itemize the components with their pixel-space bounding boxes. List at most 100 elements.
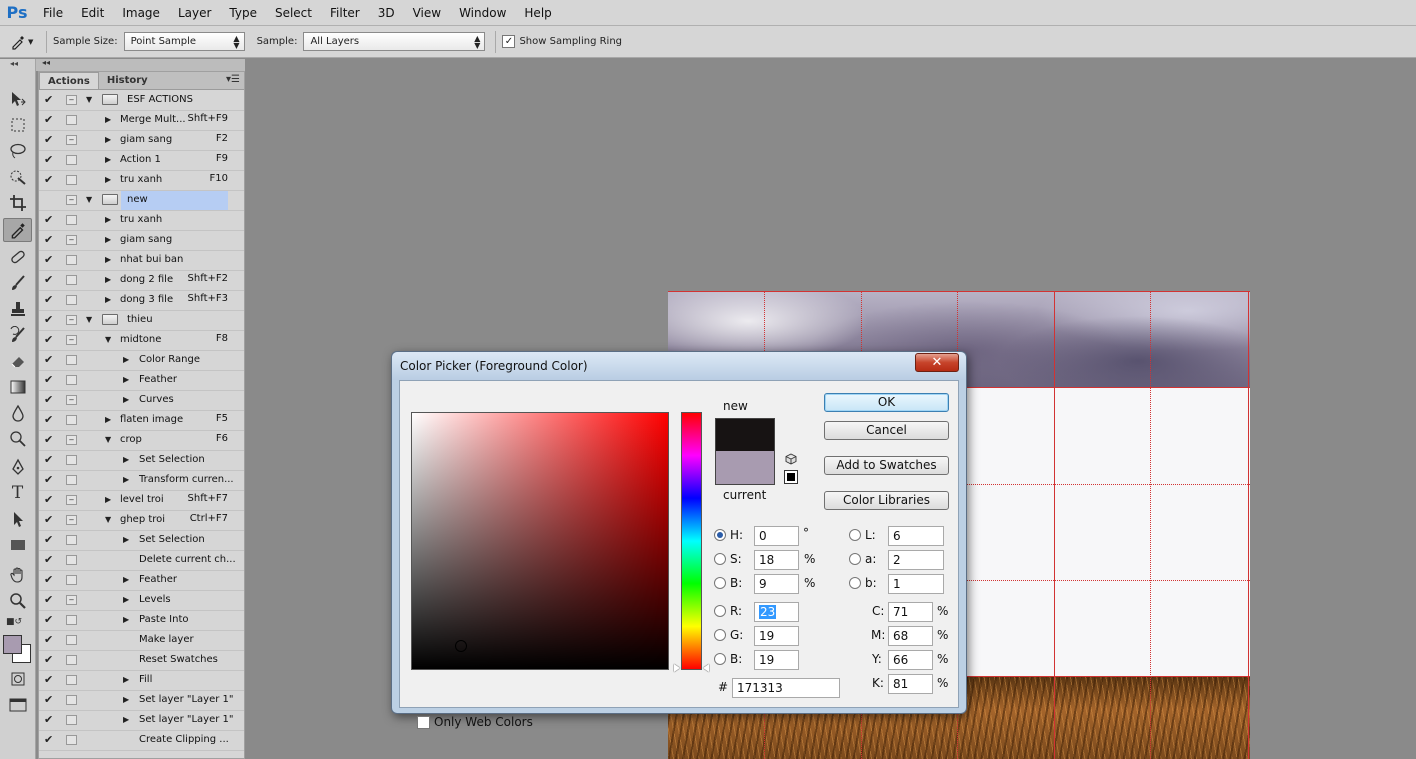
- dialog-toggle-icon[interactable]: [66, 715, 77, 725]
- dialog-toggle-icon[interactable]: −: [66, 395, 77, 405]
- menu-image[interactable]: Image: [113, 0, 169, 26]
- action-row[interactable]: ✔ ▶ dong 3 file Shft+F3: [39, 291, 244, 311]
- dialog-toggle-icon[interactable]: −: [66, 95, 77, 105]
- menu-view[interactable]: View: [404, 0, 450, 26]
- lab-a-radio[interactable]: [849, 553, 861, 565]
- lab-a-input[interactable]: 2: [888, 550, 944, 570]
- expand-triangle-icon[interactable]: ▼: [86, 195, 92, 204]
- toggle-check-icon[interactable]: ✔: [44, 373, 53, 386]
- gradient-tool-icon[interactable]: [3, 375, 32, 399]
- expand-triangle-icon[interactable]: ▶: [123, 695, 129, 704]
- expand-triangle-icon[interactable]: ▶: [105, 275, 111, 284]
- dialog-toggle-icon[interactable]: [66, 295, 77, 305]
- cyan-input[interactable]: 71: [888, 602, 933, 622]
- dialog-toggle-icon[interactable]: [66, 275, 77, 285]
- toggle-check-icon[interactable]: ✔: [44, 253, 53, 266]
- menu-3d[interactable]: 3D: [369, 0, 404, 26]
- menu-type[interactable]: Type: [220, 0, 266, 26]
- action-set-row[interactable]: ✔ − ▼ thieu: [39, 311, 244, 331]
- dialog-titlebar[interactable]: Color Picker (Foreground Color) ✕: [392, 352, 966, 380]
- menu-filter[interactable]: Filter: [321, 0, 369, 26]
- expand-triangle-icon[interactable]: ▶: [123, 615, 129, 624]
- menu-window[interactable]: Window: [450, 0, 515, 26]
- black-input[interactable]: 81: [888, 674, 933, 694]
- dialog-toggle-icon[interactable]: −: [66, 335, 77, 345]
- hue-slider-handle-left[interactable]: [674, 664, 680, 672]
- expand-triangle-icon[interactable]: ▶: [123, 375, 129, 384]
- type-tool-icon[interactable]: T: [3, 481, 32, 505]
- history-brush-tool-icon[interactable]: [3, 323, 32, 347]
- action-row[interactable]: ✔ ▶ nhat bui ban: [39, 251, 244, 271]
- panel-menu-icon[interactable]: ▾☰: [226, 74, 240, 85]
- eyedropper-preset-icon[interactable]: ▼: [10, 34, 40, 50]
- brush-tool-icon[interactable]: [3, 271, 32, 295]
- brightness-input[interactable]: 9: [754, 574, 799, 594]
- action-row[interactable]: ✔ ▶ Paste Into: [39, 611, 244, 631]
- action-row[interactable]: ✔ ▶ Set Selection: [39, 531, 244, 551]
- dialog-toggle-icon[interactable]: −: [66, 195, 77, 205]
- action-row[interactable]: ✔ Delete current ch...: [39, 551, 244, 571]
- expand-triangle-icon[interactable]: ▶: [105, 115, 111, 124]
- action-row[interactable]: ✔ ▶ Fill: [39, 671, 244, 691]
- green-radio[interactable]: [714, 629, 726, 641]
- action-row[interactable]: ✔ ▶ Feather: [39, 371, 244, 391]
- dialog-toggle-icon[interactable]: [66, 415, 77, 425]
- dialog-toggle-icon[interactable]: [66, 215, 77, 225]
- color-field-marker[interactable]: [455, 640, 467, 652]
- expand-triangle-icon[interactable]: ▶: [123, 595, 129, 604]
- toggle-check-icon[interactable]: ✔: [44, 213, 53, 226]
- dialog-toggle-icon[interactable]: −: [66, 495, 77, 505]
- action-row[interactable]: ✔ ▶ tru xanh: [39, 211, 244, 231]
- close-icon[interactable]: ✕: [915, 353, 959, 372]
- action-row[interactable]: ✔ Create Clipping ...: [39, 731, 244, 751]
- path-selection-tool-icon[interactable]: [3, 507, 32, 531]
- brightness-radio[interactable]: [714, 577, 726, 589]
- action-row[interactable]: ✔ − ▶ giam sang F2: [39, 131, 244, 151]
- move-tool-icon[interactable]: [3, 87, 32, 111]
- action-row[interactable]: ✔ ▶ Merge Mult... Shft+F9: [39, 111, 244, 131]
- action-row[interactable]: ✔ − ▶ level troi Shft+F7: [39, 491, 244, 511]
- action-row[interactable]: ✔ ▶ Transform curren...: [39, 471, 244, 491]
- dialog-toggle-icon[interactable]: [66, 155, 77, 165]
- toggle-check-icon[interactable]: ✔: [44, 133, 53, 146]
- blue-input[interactable]: 19: [754, 650, 799, 670]
- expand-triangle-icon[interactable]: ▼: [105, 515, 111, 524]
- toggle-check-icon[interactable]: ✔: [44, 713, 53, 726]
- toggle-check-icon[interactable]: ✔: [44, 353, 53, 366]
- quick-selection-tool-icon[interactable]: [3, 165, 32, 189]
- toggle-check-icon[interactable]: ✔: [44, 413, 53, 426]
- action-row[interactable]: ✔ − ▶ Levels: [39, 591, 244, 611]
- rectangle-tool-icon[interactable]: [3, 533, 32, 557]
- menu-select[interactable]: Select: [266, 0, 321, 26]
- panel-collapse-icon[interactable]: ◂◂: [42, 58, 50, 67]
- hue-slider[interactable]: [681, 412, 702, 670]
- dialog-toggle-icon[interactable]: [66, 455, 77, 465]
- toggle-check-icon[interactable]: ✔: [44, 393, 53, 406]
- eyedropper-tool-icon[interactable]: [3, 218, 32, 242]
- blur-tool-icon[interactable]: [3, 401, 32, 425]
- hand-tool-icon[interactable]: [3, 563, 32, 587]
- toggle-check-icon[interactable]: ✔: [44, 233, 53, 246]
- hue-input[interactable]: 0: [754, 526, 799, 546]
- toggle-check-icon[interactable]: ✔: [44, 693, 53, 706]
- dialog-toggle-icon[interactable]: −: [66, 435, 77, 445]
- toggle-check-icon[interactable]: ✔: [44, 513, 53, 526]
- expand-triangle-icon[interactable]: ▶: [105, 215, 111, 224]
- lasso-tool-icon[interactable]: [3, 139, 32, 163]
- dialog-toggle-icon[interactable]: [66, 555, 77, 565]
- dialog-toggle-icon[interactable]: [66, 735, 77, 745]
- add-to-swatches-button[interactable]: Add to Swatches: [824, 456, 949, 475]
- expand-triangle-icon[interactable]: ▶: [123, 675, 129, 684]
- clone-stamp-tool-icon[interactable]: [3, 297, 32, 321]
- magenta-input[interactable]: 68: [888, 626, 933, 646]
- toggle-check-icon[interactable]: ✔: [44, 533, 53, 546]
- swap-colors-icon[interactable]: ■↺: [6, 617, 22, 627]
- expand-triangle-icon[interactable]: ▶: [105, 175, 111, 184]
- dialog-toggle-icon[interactable]: [66, 375, 77, 385]
- dialog-toggle-icon[interactable]: −: [66, 235, 77, 245]
- red-input[interactable]: 23: [754, 602, 799, 622]
- toggle-check-icon[interactable]: ✔: [44, 113, 53, 126]
- quick-mask-icon[interactable]: [3, 667, 32, 691]
- crop-tool-icon[interactable]: [3, 191, 32, 215]
- pen-tool-icon[interactable]: [3, 455, 32, 479]
